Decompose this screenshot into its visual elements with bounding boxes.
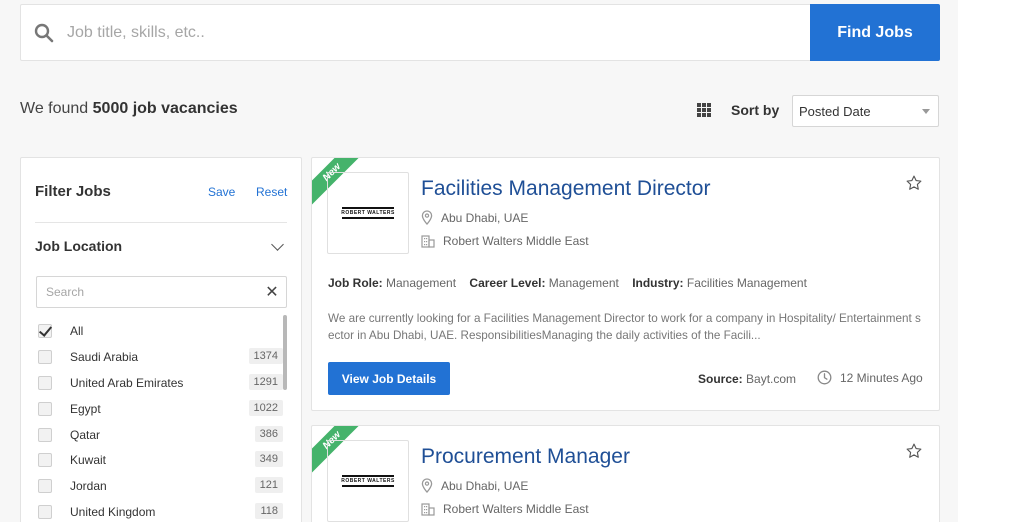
career-level-label: Career Level: [469,276,546,290]
company-logo[interactable]: ROBERT WALTERS [327,440,409,522]
job-card[interactable]: New ROBERT WALTERS Facilities Management… [311,157,940,411]
logo-text: ROBERT WALTERS [341,478,395,484]
filter-reset-link[interactable]: Reset [256,185,287,199]
building-icon [421,502,435,516]
location-count: 349 [254,451,283,468]
industry-value: Facilities Management [686,276,807,290]
location-name: Kuwait [70,453,107,468]
location-name: Qatar [70,427,101,442]
checkbox[interactable] [38,505,52,520]
location-item-kuwait[interactable]: Kuwait 349 [38,447,283,473]
logo-text: ROBERT WALTERS [341,210,395,216]
clock-icon [817,370,832,385]
chevron-down-icon[interactable] [271,238,284,251]
location-name: All [70,323,84,338]
caret-down-icon [922,109,930,114]
location-name: United Kingdom [70,505,156,520]
job-role-label: Job Role: [328,276,383,290]
location-item-uae[interactable]: United Arab Emirates 1291 [38,370,283,396]
checkbox[interactable] [38,453,52,468]
location-text: Abu Dhabi, UAE [441,210,529,225]
location-text: Abu Dhabi, UAE [441,478,529,493]
results-count-value: 5000 job vacancies [92,100,238,117]
results-prefix: We found [20,100,89,117]
location-count: 1291 [248,373,283,390]
job-attributes: Job Role: Management Career Level: Manag… [328,276,807,290]
filter-title: Filter Jobs [35,183,111,200]
location-name: United Arab Emirates [70,375,184,390]
location-count: 1022 [248,399,283,416]
location-search: ✕ [36,276,287,308]
location-count: 118 [255,503,283,520]
posted-text: 12 Minutes Ago [840,370,923,385]
checkbox[interactable] [38,349,52,364]
location-name: Saudi Arabia [70,349,139,364]
location-item-qatar[interactable]: Qatar 386 [38,422,283,448]
location-list-scrollbar[interactable] [283,315,287,390]
location-item-saudi-arabia[interactable]: Saudi Arabia 1374 [38,344,283,370]
location-search-input[interactable] [37,285,258,299]
job-location: Abu Dhabi, UAE [421,210,528,225]
results-count: We found 5000 job vacancies [20,100,238,118]
source-value: Bayt.com [746,372,797,386]
job-location: Abu Dhabi, UAE [421,478,528,493]
checkbox[interactable] [38,375,52,390]
company-name: Robert Walters Middle East [443,234,589,248]
sort-select[interactable]: Posted Date [792,95,939,127]
job-title-link[interactable]: Facilities Management Director [421,177,710,201]
job-location-title[interactable]: Job Location [35,238,122,254]
job-title-link[interactable]: Procurement Manager [421,445,630,469]
checkbox[interactable] [38,401,52,416]
star-icon[interactable] [905,174,923,192]
location-pin-icon [421,478,433,493]
checkbox[interactable] [38,323,52,338]
building-icon [421,234,435,248]
star-icon[interactable] [905,442,923,460]
location-item-united-kingdom[interactable]: United Kingdom 118 [38,499,283,522]
career-level-value: Management [548,276,619,290]
location-list: All Saudi Arabia 1374 United Arab Emirat… [38,318,283,522]
location-count: 386 [254,425,283,442]
close-icon[interactable]: ✕ [258,282,286,302]
location-name: Jordan [70,479,107,494]
sort-by-label: Sort by [731,102,780,118]
job-role-value: Management [386,276,457,290]
filter-save-link[interactable]: Save [208,185,235,199]
grid-view-icon[interactable] [697,103,711,117]
divider [35,222,287,223]
location-item-jordan[interactable]: Jordan 121 [38,473,283,499]
job-card[interactable]: New ROBERT WALTERS Procurement Manager A… [311,425,940,522]
location-pin-icon [421,210,433,225]
job-company: Robert Walters Middle East [421,502,589,516]
location-count: 1374 [248,347,283,364]
find-jobs-button[interactable]: Find Jobs [810,4,940,61]
filter-panel: Filter Jobs Save Reset Job Location ✕ Al… [20,157,302,522]
job-source: Source: Bayt.com [698,372,796,386]
job-search-input[interactable] [67,5,810,60]
industry-label: Industry: [632,276,684,290]
sort-selected-value: Posted Date [799,104,871,119]
company-logo[interactable]: ROBERT WALTERS [327,172,409,254]
posted-time: 12 Minutes Ago [817,370,923,385]
job-description: We are currently looking for a Facilitie… [328,312,921,342]
search-bar: Find Jobs [20,4,940,61]
location-count: 121 [254,477,283,494]
company-name: Robert Walters Middle East [443,502,589,516]
location-item-egypt[interactable]: Egypt 1022 [38,396,283,422]
checkbox[interactable] [38,427,52,442]
right-gutter [958,0,1024,522]
page: Find Jobs We found 5000 job vacancies So… [0,0,958,522]
view-job-details-button[interactable]: View Job Details [328,362,450,395]
location-name: Egypt [70,401,101,416]
checkbox[interactable] [38,479,52,494]
location-item-all[interactable]: All [38,318,283,344]
search-icon [21,5,67,60]
job-company: Robert Walters Middle East [421,234,589,248]
source-label: Source: [698,372,743,386]
